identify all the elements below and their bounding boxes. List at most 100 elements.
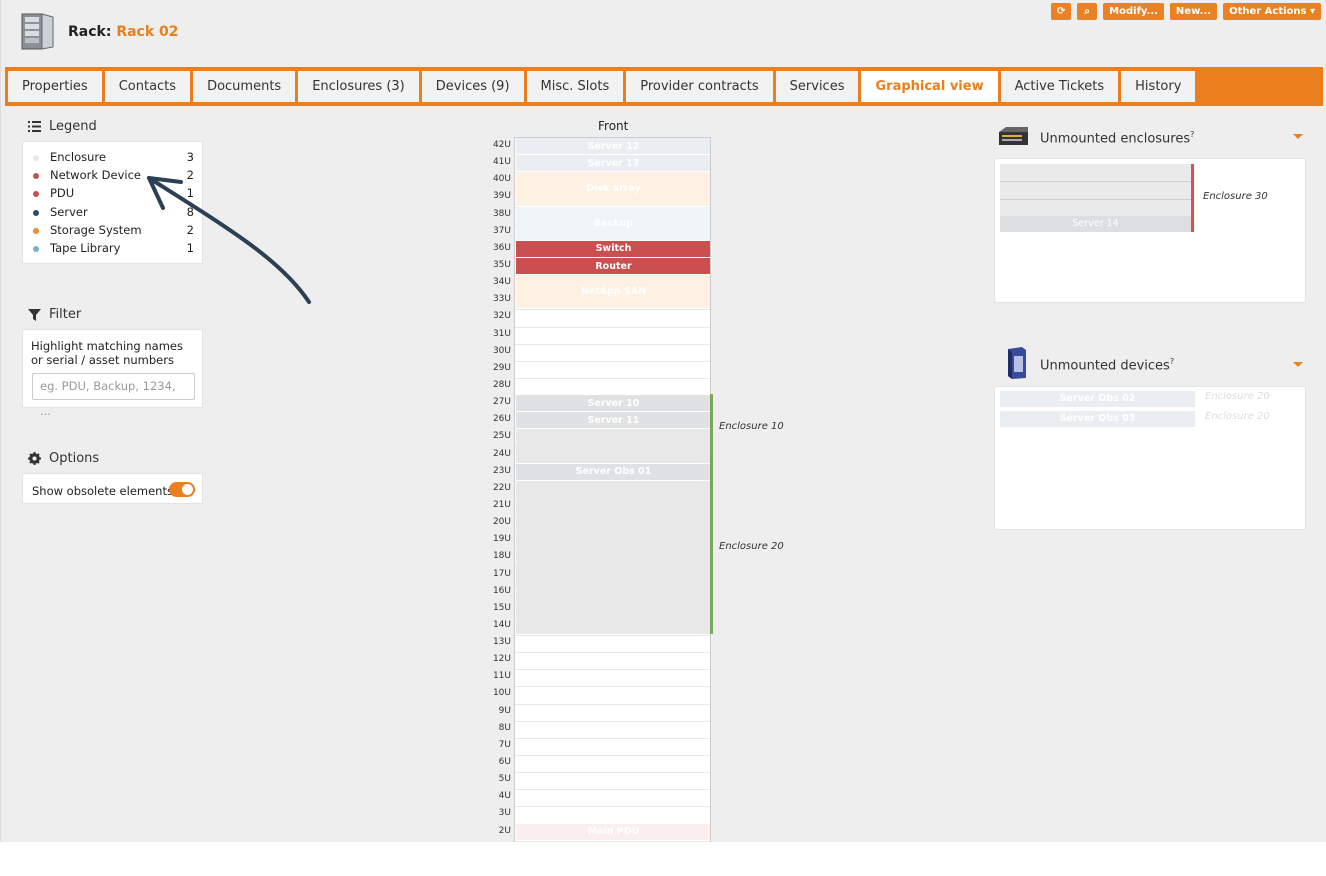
rack-unit-label: 16U (492, 585, 511, 596)
rack-unit-label: 30U (492, 345, 511, 356)
rack-slot[interactable]: Disk array (516, 172, 710, 206)
filter-card: Highlight matching names or serial / ass… (22, 329, 203, 418)
rack-unit-label: 41U (492, 157, 511, 168)
tab-history[interactable]: History (1121, 71, 1196, 102)
unmounted-devices-panel: Server Obs 02 Enclosure 20 Server Obs 03… (994, 386, 1306, 530)
obsolete-toggle[interactable] (169, 482, 195, 497)
legend-label: Server (50, 204, 88, 219)
filter-input[interactable]: eg. PDU, Backup, 1234, ... (32, 373, 195, 418)
unmounted-enclosures-panel: Server 14 Enclosure 30 (994, 158, 1306, 303)
unmounted-server-slot[interactable]: Server 14 (1000, 216, 1191, 232)
rack-unit-divider (515, 720, 710, 722)
chevron-down-icon[interactable] (1293, 362, 1303, 367)
help-hint[interactable]: ? (1190, 130, 1194, 139)
legend-heading: Legend (28, 119, 97, 134)
legend-label: Storage System (50, 222, 142, 237)
legend-color-dot (33, 227, 39, 234)
app-window: Rack: Rack 02 ⟳ ⌕ Modify... New... Other… (0, 0, 1326, 842)
rack-unit-divider (515, 840, 710, 842)
rack-unit-divider (515, 377, 710, 379)
device-enclosure-link[interactable]: Enclosure 20 (1205, 411, 1270, 422)
rack-unit-divider (515, 343, 710, 345)
enclosure-30-label: Enclosure 30 (1203, 191, 1268, 202)
rack-unit-label: 3U (498, 808, 511, 819)
tab-enclosures[interactable]: Enclosures (3) (298, 71, 419, 102)
new-button[interactable]: New... (1169, 3, 1218, 20)
rack-unit-divider (515, 703, 710, 705)
tab-devices[interactable]: Devices (9) (421, 71, 524, 102)
rack-unit-label: 36U (492, 242, 511, 253)
rack-slot[interactable]: Server 13 (516, 155, 710, 172)
rack-slot[interactable] (516, 429, 710, 463)
rack-unit-label: 21U (492, 499, 511, 510)
enclosure-bracket[interactable] (710, 394, 713, 463)
rack-unit-label: 2U (498, 825, 511, 836)
rack-unit-label: 17U (492, 568, 511, 579)
rack-unit-label: 15U (492, 602, 511, 613)
rack-unit-label: 32U (492, 311, 511, 322)
rack-slot[interactable]: NetApp SAN (516, 275, 710, 309)
rack-unit-label: 24U (492, 448, 511, 459)
enclosure-bracket[interactable] (710, 462, 713, 635)
enclosure-label: Enclosure 20 (719, 541, 784, 553)
tab-graphical-view[interactable]: Graphical view (861, 71, 998, 102)
options-title: Options (49, 451, 100, 466)
chevron-down-icon[interactable] (1293, 134, 1303, 139)
legend-title: Legend (49, 119, 97, 134)
rack-slot[interactable]: Server 12 (516, 138, 710, 155)
search-button[interactable]: ⌕ (1077, 3, 1098, 20)
rack-unit-label: 40U (492, 174, 511, 185)
rack-unit-label: 26U (492, 414, 511, 425)
gear-icon (28, 452, 41, 465)
other-actions-button[interactable]: Other Actions ▾ (1223, 3, 1321, 20)
page-header: Rack: Rack 02 ⟳ ⌕ Modify... New... Other… (1, 0, 1326, 64)
rack-unit-divider (515, 652, 710, 654)
options-card: Show obsolete elements? (22, 473, 203, 504)
tab-bar: Properties Contacts Documents Enclosures… (5, 67, 1323, 106)
rack-slot[interactable]: Backup (516, 206, 710, 240)
rack-slot[interactable]: Router (516, 257, 710, 275)
rack-unit-label: 7U (498, 739, 511, 750)
rack-unit-divider (515, 686, 710, 688)
rack-unit-label: 11U (492, 671, 511, 682)
tab-services[interactable]: Services (775, 71, 859, 102)
rack-unit-label: 13U (492, 637, 511, 648)
rack-unit-label: 38U (492, 208, 511, 219)
rack-front-label: Front (598, 119, 629, 133)
rack-slot[interactable]: Server Obs 01 (516, 463, 710, 480)
tab-properties[interactable]: Properties (8, 71, 102, 102)
rack-slot[interactable] (516, 480, 710, 635)
rack-unit-divider (515, 635, 710, 637)
rack-unit-label: 25U (492, 431, 511, 442)
tab-contacts[interactable]: Contacts (104, 71, 191, 102)
refresh-button[interactable]: ⟳ (1051, 3, 1072, 20)
tab-active-tickets[interactable]: Active Tickets (1000, 71, 1119, 102)
device-enclosure-link[interactable]: Enclosure 20 (1205, 391, 1270, 402)
rack-slot[interactable]: Server 10 (516, 395, 710, 412)
tab-documents[interactable]: Documents (193, 71, 296, 102)
rack-unit-label: 4U (498, 791, 511, 802)
rack-slot[interactable]: Main PDU (516, 823, 710, 840)
rack-unit-label: 37U (492, 225, 511, 236)
legend-item: Enclosure 3 (23, 148, 202, 166)
rack-unit-label: 19U (492, 534, 511, 545)
annotation-arrow (147, 176, 311, 304)
rack-slot[interactable]: Server 11 (516, 412, 710, 429)
unmounted-device-slot[interactable]: Server Obs 03 (1000, 411, 1195, 427)
tab-provider-contracts[interactable]: Provider contracts (626, 71, 773, 102)
rack-unit-label: 10U (492, 688, 511, 699)
page-title: Rack: Rack 02 (68, 24, 179, 40)
tab-misc-slots[interactable]: Misc. Slots (526, 71, 624, 102)
modify-button[interactable]: Modify... (1103, 3, 1164, 20)
enclosure-30-box[interactable]: Server 14 (1000, 164, 1194, 232)
rack-slot[interactable]: Switch (516, 240, 710, 257)
legend-color-dot (33, 245, 39, 252)
filter-help: Highlight matching names or serial / ass… (31, 339, 183, 367)
help-hint[interactable]: ? (1170, 357, 1174, 366)
rack-unit-divider (515, 360, 710, 362)
rack-unit-divider (515, 309, 710, 311)
rack-unit-label: 23U (492, 465, 511, 476)
unmounted-device-slot[interactable]: Server Obs 02 (1000, 391, 1195, 407)
rack-unit-label: 5U (498, 774, 511, 785)
legend-label: Tape Library (50, 240, 121, 255)
